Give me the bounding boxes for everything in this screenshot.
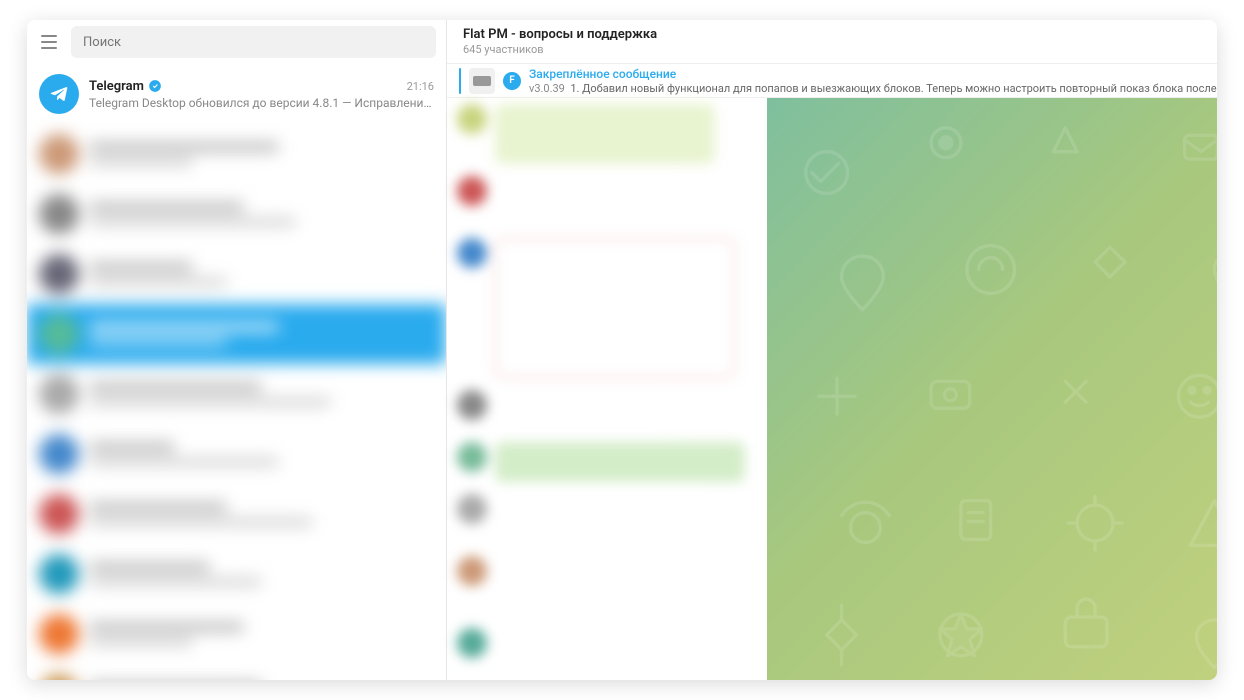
pinned-title: Закреплённое сообщение [529,67,1217,81]
search-input[interactable] [71,26,436,58]
pinned-message-bar[interactable]: F Закреплённое сообщение v3.0.39 1. Доба… [447,64,1217,98]
chat-title: Telegram [89,79,144,94]
doodle-pattern [767,98,1217,680]
chat-preview: Telegram Desktop обновился до версии 4.8… [89,96,434,110]
pinned-indicator [459,68,461,94]
chat-background [767,98,1217,680]
telegram-app: Telegram 21:16 Telegram Desktop обновилс… [27,20,1217,680]
chat-item-telegram[interactable]: Telegram 21:16 Telegram Desktop обновилс… [27,64,446,124]
blurred-chats [27,124,446,680]
pinned-thumbnail [469,68,495,94]
chat-item-body: Telegram 21:16 Telegram Desktop обновилс… [89,79,434,110]
chat-area: 22 [447,98,1217,680]
pinned-author-avatar: F [503,72,521,90]
menu-button[interactable] [37,30,61,54]
chat-header[interactable]: Flat PM - вопросы и поддержка 645 участн… [447,20,1217,64]
message-column [447,98,767,680]
chat-header-title: Flat PM - вопросы и поддержка [463,27,1217,42]
chat-time: 21:16 [407,80,434,93]
verified-icon [148,79,162,93]
sidebar: Telegram 21:16 Telegram Desktop обновилс… [27,20,447,680]
pinned-preview: v3.0.39 1. Добавил новый функционал для … [529,82,1217,95]
chat-list: Telegram 21:16 Telegram Desktop обновилс… [27,64,446,680]
chat-header-info: Flat PM - вопросы и поддержка 645 участн… [463,27,1217,56]
main-area: Flat PM - вопросы и поддержка 645 участн… [447,20,1217,680]
chat-header-subtitle: 645 участников [463,43,1217,56]
sidebar-header [27,20,446,64]
telegram-avatar [39,74,79,114]
